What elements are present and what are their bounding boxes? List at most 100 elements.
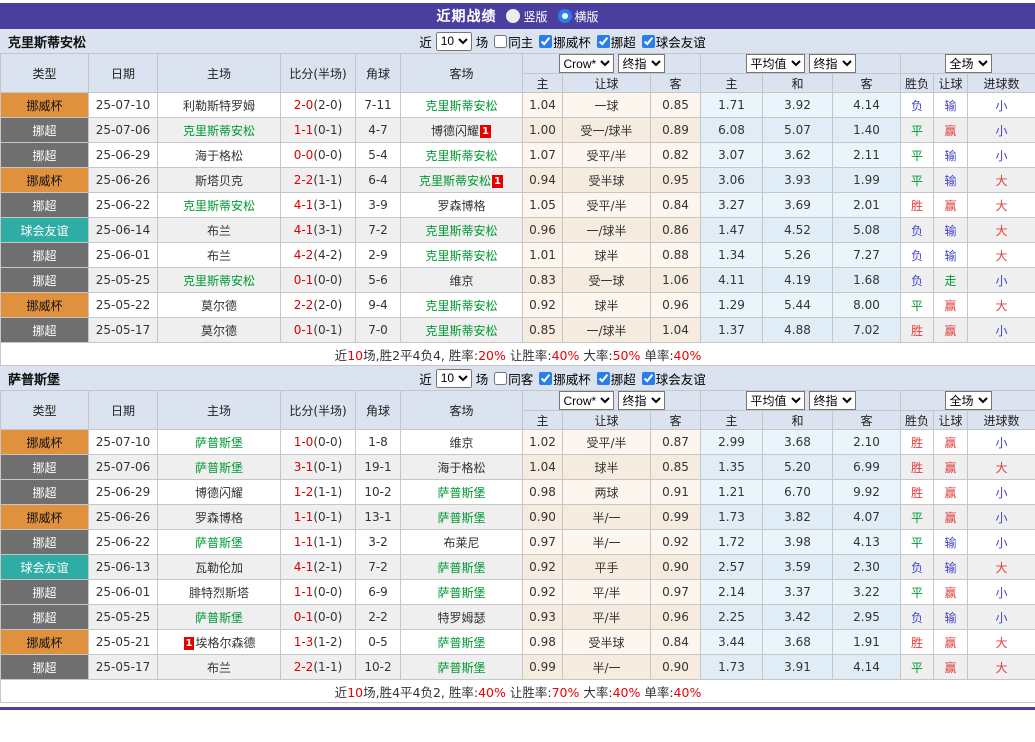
- home-team-cell: 克里斯蒂安松: [158, 193, 281, 218]
- goals-result-cell: 小: [968, 505, 1035, 530]
- vertical-layout-radio[interactable]: [506, 9, 520, 23]
- league-filter-option[interactable]: 挪超: [593, 369, 636, 388]
- handicap-result-cell: 输: [934, 530, 968, 555]
- final-odds-select[interactable]: 终指: [618, 54, 665, 73]
- col-header-date: 日期: [89, 54, 158, 93]
- fulltime-score: 4-1: [294, 223, 314, 237]
- avg-home-cell: 1.73: [701, 505, 763, 530]
- league-filter-option[interactable]: 挪超: [593, 32, 636, 51]
- winloss-result-cell: 负: [901, 268, 934, 293]
- away-odds-cell: 0.87: [651, 430, 701, 455]
- date-cell: 25-05-22: [89, 293, 158, 318]
- col-header-avg-draw: 和: [763, 411, 833, 430]
- near-games-select[interactable]: 10: [436, 369, 472, 388]
- same-venue-checkbox[interactable]: [494, 372, 507, 385]
- match-row: 挪超25-06-22萨普斯堡1-1(1-1)3-2布莱尼0.97半/一0.921…: [1, 530, 1035, 555]
- team-label: 罗森博格: [437, 199, 485, 213]
- col-header-home: 主场: [158, 54, 281, 93]
- handicap-cell: 半/一: [563, 530, 651, 555]
- match-row: 球会友谊25-06-13瓦勒伦加4-1(2-1)7-2萨普斯堡0.92平手0.9…: [1, 555, 1035, 580]
- average-select[interactable]: 平均值: [746, 391, 805, 410]
- club-friendly-checkbox[interactable]: [642, 35, 655, 48]
- friendly-filter-option[interactable]: 球会友谊: [638, 32, 706, 51]
- date-cell: 25-06-01: [89, 243, 158, 268]
- fulltime-score: 4-1: [294, 198, 314, 212]
- col-header-avg-draw: 和: [763, 74, 833, 93]
- goals-result-cell: 大: [968, 293, 1035, 318]
- same-venue-option[interactable]: 同主: [490, 32, 533, 51]
- date-cell: 25-05-17: [89, 655, 158, 680]
- layout-option-vertical[interactable]: 竖版: [506, 8, 547, 25]
- corner-cell: 7-11: [356, 93, 401, 118]
- cup-filter-option[interactable]: 挪威杯: [535, 369, 591, 388]
- club-friendly-checkbox[interactable]: [642, 372, 655, 385]
- home-odds-cell: 1.00: [523, 118, 563, 143]
- fulltime-score: 0-0: [294, 148, 314, 162]
- team-label: 瓦勒伦加: [195, 561, 243, 575]
- away-team-cell: 萨普斯堡: [401, 555, 523, 580]
- match-type-cell: 挪威杯: [1, 93, 89, 118]
- final-odds-select-2[interactable]: 终指: [809, 391, 856, 410]
- match-type-cell: 挪超: [1, 455, 89, 480]
- bookmaker-select[interactable]: Crow*: [559, 54, 614, 73]
- col-header-home: 主场: [158, 391, 281, 430]
- home-team-cell: 腓特烈斯塔: [158, 580, 281, 605]
- avg-away-cell: 1.40: [833, 118, 901, 143]
- average-select[interactable]: 平均值: [746, 54, 805, 73]
- halftime-score: (4-2): [313, 248, 342, 262]
- fulltime-score: 1-3: [294, 635, 314, 649]
- fulltime-select[interactable]: 全场: [945, 54, 992, 73]
- final-odds-select-2[interactable]: 终指: [809, 54, 856, 73]
- avg-home-cell: 2.14: [701, 580, 763, 605]
- handicap-result-cell: 赢: [934, 580, 968, 605]
- layout-option-horizontal[interactable]: 横版: [558, 8, 599, 25]
- col-header-score: 比分(半场): [281, 391, 356, 430]
- score-cell: 2-0(2-0): [281, 93, 356, 118]
- norway-cup-checkbox[interactable]: [539, 35, 552, 48]
- match-row: 挪超25-05-17布兰2-2(1-1)10-2萨普斯堡0.99半/一0.901…: [1, 655, 1035, 680]
- match-row: 挪威杯25-07-10萨普斯堡1-0(0-0)1-8维京1.02受平/半0.87…: [1, 430, 1035, 455]
- horizontal-layout-radio[interactable]: [558, 9, 572, 23]
- match-row: 挪超25-06-29博德闪耀1-2(1-1)10-2萨普斯堡0.98两球0.91…: [1, 480, 1035, 505]
- fulltime-score: 2-2: [294, 660, 314, 674]
- col-header-handicap: 让球: [563, 411, 651, 430]
- norway-cup-checkbox[interactable]: [539, 372, 552, 385]
- match-type-cell: 挪超: [1, 143, 89, 168]
- final-odds-select[interactable]: 终指: [618, 391, 665, 410]
- handicap-result-cell: 输: [934, 93, 968, 118]
- fulltime-select[interactable]: 全场: [945, 391, 992, 410]
- bookmaker-select[interactable]: Crow*: [559, 391, 614, 410]
- match-type-cell: 挪威杯: [1, 293, 89, 318]
- same-venue-option[interactable]: 同客: [490, 369, 533, 388]
- col-header-avg-home: 主: [701, 74, 763, 93]
- goals-result-cell: 大: [968, 243, 1035, 268]
- avg-away-cell: 7.27: [833, 243, 901, 268]
- halftime-score: (0-0): [313, 273, 342, 287]
- friendly-filter-option[interactable]: 球会友谊: [638, 369, 706, 388]
- odds-group-header: Crow*终指: [523, 54, 701, 74]
- away-odds-cell: 0.96: [651, 605, 701, 630]
- match-row: 挪超25-06-01腓特烈斯塔1-1(0-0)6-9萨普斯堡0.92平/半0.9…: [1, 580, 1035, 605]
- away-odds-cell: 0.86: [651, 218, 701, 243]
- eliteserien-checkbox[interactable]: [597, 372, 610, 385]
- avg-home-cell: 2.57: [701, 555, 763, 580]
- same-venue-checkbox[interactable]: [494, 35, 507, 48]
- score-cell: 0-0(0-0): [281, 143, 356, 168]
- near-games-select[interactable]: 10: [436, 32, 472, 51]
- away-team-cell: 克里斯蒂安松: [401, 143, 523, 168]
- corner-cell: 5-4: [356, 143, 401, 168]
- halftime-score: (0-0): [313, 148, 342, 162]
- cup-filter-option[interactable]: 挪威杯: [535, 32, 591, 51]
- date-cell: 25-05-17: [89, 318, 158, 343]
- team-label: 博德闪耀: [195, 486, 243, 500]
- match-type-cell: 挪超: [1, 655, 89, 680]
- team-label: 布兰: [207, 249, 231, 263]
- match-type-cell: 挪威杯: [1, 168, 89, 193]
- summary-segment: 40%: [674, 348, 702, 363]
- match-type-cell: 挪超: [1, 243, 89, 268]
- eliteserien-checkbox[interactable]: [597, 35, 610, 48]
- home-odds-cell: 0.85: [523, 318, 563, 343]
- avg-away-cell: 4.14: [833, 655, 901, 680]
- fulltime-score: 1-1: [294, 510, 314, 524]
- winloss-result-cell: 胜: [901, 193, 934, 218]
